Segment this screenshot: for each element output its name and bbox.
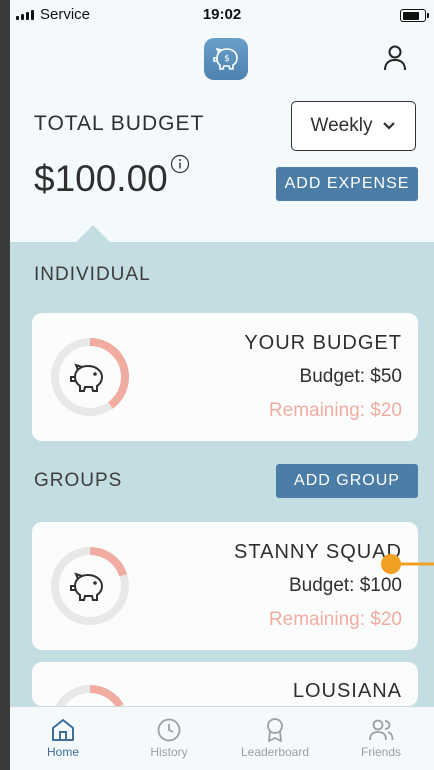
svg-text:$: $ xyxy=(224,54,230,64)
panel-notch xyxy=(76,225,110,242)
touch-pointer-indicator xyxy=(381,554,434,574)
card-budget: Budget: $100 xyxy=(288,575,402,596)
tab-friends[interactable]: Friends xyxy=(328,707,434,770)
budget-ring-progress xyxy=(89,685,124,706)
tab-label: History xyxy=(150,745,188,759)
period-dropdown[interactable]: Weekly xyxy=(291,101,416,151)
budget-ring xyxy=(51,338,129,416)
add-expense-button[interactable]: ADD EXPENSE xyxy=(276,167,418,201)
tab-history[interactable]: History xyxy=(116,707,222,770)
budget-ring xyxy=(55,685,125,706)
tab-bar: Home History Leaderboard Friends xyxy=(10,706,434,770)
tab-label: Leaderboard xyxy=(240,745,310,759)
chevron-down-icon xyxy=(383,122,396,130)
clock-icon xyxy=(157,718,181,742)
award-icon xyxy=(267,718,283,742)
piggy-bank-icon xyxy=(70,363,104,392)
tab-home[interactable]: Home xyxy=(10,707,116,770)
card-name: LOUSIANA xyxy=(292,680,402,702)
add-group-button[interactable]: ADD GROUP xyxy=(276,464,418,498)
card-remaining: Remaining: $20 xyxy=(268,609,402,630)
card-name: YOUR BUDGET xyxy=(244,332,402,354)
tab-leaderboard[interactable]: Leaderboard xyxy=(222,707,328,770)
friends-icon xyxy=(369,719,394,741)
status-time: 19:02 xyxy=(202,6,242,23)
piggy-bank-icon: $ xyxy=(213,47,238,70)
app-logo: $ xyxy=(204,38,248,80)
app-screen: Service 19:02 $ TOTAL BUDGET $100.00 Wee… xyxy=(10,0,434,770)
group-card-lousiana[interactable]: LOUSIANA xyxy=(32,662,418,706)
group-card-stanny-squad[interactable]: STANNY SQUAD Budget: $100 Remaining: $20 xyxy=(32,522,418,650)
total-budget-amount: $100.00 xyxy=(34,158,168,199)
tab-label: Home xyxy=(46,745,79,759)
card-name: STANNY SQUAD xyxy=(234,541,402,563)
individual-section-title: INDIVIDUAL xyxy=(34,264,151,285)
piggy-bank-icon xyxy=(70,572,104,601)
info-icon[interactable] xyxy=(170,154,190,174)
groups-section-title: GROUPS xyxy=(34,470,123,491)
budget-ring xyxy=(51,547,129,625)
card-budget: Budget: $50 xyxy=(299,366,402,387)
home-icon xyxy=(52,719,74,741)
profile-icon[interactable] xyxy=(382,44,408,72)
total-budget-label: TOTAL BUDGET xyxy=(34,112,205,135)
card-remaining: Remaining: $20 xyxy=(268,400,402,421)
period-dropdown-value: Weekly xyxy=(310,115,373,136)
battery-icon xyxy=(400,9,429,22)
status-bar: Service 19:02 xyxy=(10,0,434,30)
tab-label: Friends xyxy=(360,745,401,759)
individual-budget-card[interactable]: YOUR BUDGET Budget: $50 Remaining: $20 xyxy=(32,313,418,441)
